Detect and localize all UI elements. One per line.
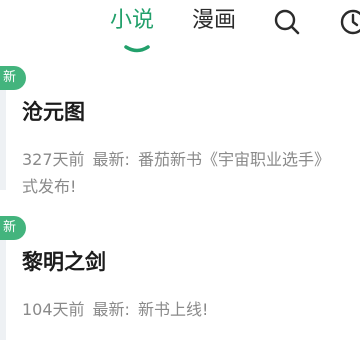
- search-button[interactable]: [272, 7, 302, 37]
- search-icon: [274, 9, 300, 35]
- book-title: 沧元图: [22, 100, 85, 124]
- clock-icon: [340, 9, 360, 35]
- history-button[interactable]: [338, 7, 360, 37]
- book-days-ago: 327天前: [22, 150, 85, 169]
- bookshelf-screen: 小说 漫画 新 沧元图 327天前最新:番茄新书《宇宙职业选手》 式发布!: [0, 0, 360, 360]
- latest-label: 最新:: [92, 300, 130, 319]
- latest-chapter: 新书上线!: [137, 300, 209, 319]
- new-badge: 新: [0, 66, 26, 90]
- latest-chapter: 番茄新书《宇宙职业选手》: [137, 150, 330, 169]
- book-title: 黎明之剑: [22, 250, 106, 274]
- tab-active-indicator: [124, 45, 150, 53]
- tab-novel[interactable]: 小说: [110, 6, 154, 36]
- tab-manga[interactable]: 漫画: [192, 6, 236, 36]
- book-update-info: 327天前 最新: 番茄新书《宇宙职业选手》: [22, 146, 360, 174]
- book-days-ago: 104天前: [22, 300, 85, 319]
- book-update-info: 104天前 最新: 新书上线!: [22, 296, 360, 324]
- new-badge: 新: [0, 216, 26, 240]
- top-tab-bar: 小说 漫画: [0, 0, 360, 62]
- latest-label: 最新:: [92, 150, 130, 169]
- latest-chapter-continued: 式发布!: [22, 177, 77, 196]
- book-list-item[interactable]: 新 黎明之剑 104天前 最新: 新书上线!: [0, 216, 360, 360]
- book-list-item[interactable]: 新 沧元图 327天前 最新: 番茄新书《宇宙职业选手》 式发布!: [0, 66, 360, 206]
